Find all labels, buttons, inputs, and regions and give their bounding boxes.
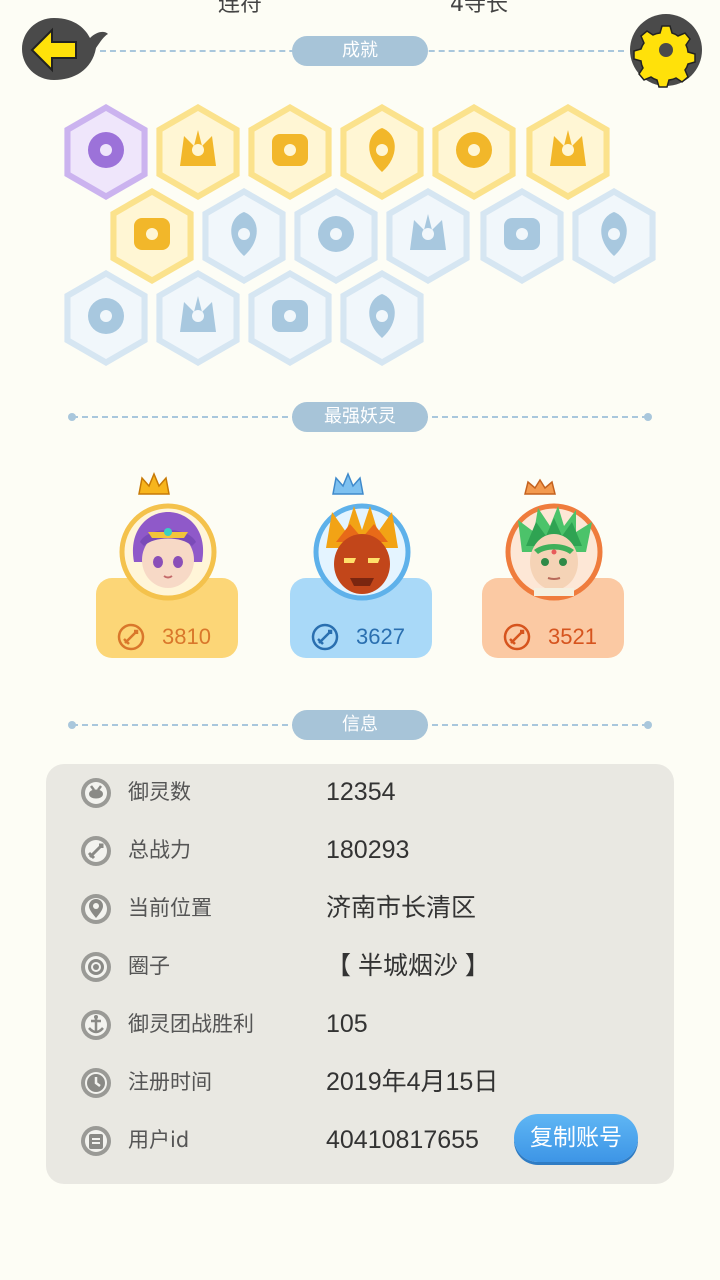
hero-portrait-2[interactable] — [312, 502, 412, 602]
circle-icon — [81, 952, 111, 982]
spirit-icon — [81, 778, 111, 808]
achievement-badge[interactable] — [570, 186, 658, 286]
bronze-crown-icon — [524, 478, 556, 495]
info-label: 用户id — [128, 1128, 190, 1152]
info-value: 2019年4月15日 — [326, 1068, 499, 1096]
section-title-achievements: 成就 — [292, 36, 428, 66]
info-row-total-power: 总战力 180293 — [46, 828, 674, 872]
info-label: 御灵数 — [128, 780, 191, 804]
power-sword-icon — [117, 623, 145, 651]
section-title-strongest: 最强妖灵 — [292, 402, 428, 432]
top-cut-text-left: 连符 — [218, 0, 263, 17]
info-label: 注册时间 — [128, 1070, 212, 1094]
copy-account-button[interactable]: 复制账号 — [514, 1114, 638, 1162]
info-label: 圈子 — [128, 954, 170, 978]
id-card-icon — [81, 1126, 111, 1156]
banner-badge-icon — [156, 270, 240, 366]
info-row-team-battle-wins: 御灵团战胜利 105 — [46, 1002, 674, 1046]
gear-icon — [630, 14, 702, 88]
horned-beast-badge-icon — [248, 270, 332, 366]
info-label: 当前位置 — [128, 896, 212, 920]
ghost-badge-icon — [340, 270, 424, 366]
achievement-badge[interactable] — [478, 186, 566, 286]
info-row-spirit-count: 御灵数 12354 — [46, 770, 674, 814]
info-value: 40410817655 — [326, 1126, 479, 1154]
settings-button[interactable] — [628, 12, 704, 88]
info-row-location: 当前位置 济南市长清区 — [46, 886, 674, 930]
hero-power-value: 3810 — [162, 624, 211, 649]
info-value: 济南市长清区 — [326, 894, 477, 922]
info-value: 180293 — [326, 836, 410, 864]
power-sword-icon — [311, 623, 339, 651]
hero-power-value: 3521 — [548, 624, 597, 649]
back-arrow-icon — [22, 18, 108, 80]
achievement-badge[interactable] — [246, 268, 334, 368]
clock-icon — [81, 1068, 111, 1098]
location-pin-icon — [81, 894, 111, 924]
gold-crown-icon — [138, 472, 170, 495]
sword-icon — [81, 836, 111, 866]
info-label: 总战力 — [128, 838, 191, 862]
info-value: 105 — [326, 1010, 368, 1038]
anchor-icon — [81, 1010, 111, 1040]
hero-power-value: 3627 — [356, 624, 405, 649]
power-sword-icon — [503, 623, 531, 651]
achievement-badge[interactable] — [338, 268, 426, 368]
hero-portrait-1[interactable] — [118, 502, 218, 602]
top-cut-text-right: 4寺长 — [450, 0, 508, 17]
info-value: 12354 — [326, 778, 396, 806]
beast-badge-icon — [480, 188, 564, 284]
info-label: 御灵团战胜利 — [128, 1012, 254, 1036]
achievement-badge[interactable] — [62, 268, 150, 368]
info-value: 【 半城烟沙 】 — [326, 952, 490, 980]
info-row-register-time: 注册时间 2019年4月15日 — [46, 1060, 674, 1104]
hero-portrait-3[interactable] — [504, 502, 604, 602]
silver-crown-icon — [332, 472, 364, 495]
back-button[interactable] — [18, 14, 110, 84]
info-row-circle: 圈子 【 半城烟沙 】 — [46, 944, 674, 988]
section-title-info: 信息 — [292, 710, 428, 740]
achievement-badge[interactable] — [154, 268, 242, 368]
top-cut-off-header: 连符 4寺长 — [0, 0, 720, 17]
cart-badge-icon — [572, 188, 656, 284]
dragon-badge-icon — [64, 270, 148, 366]
